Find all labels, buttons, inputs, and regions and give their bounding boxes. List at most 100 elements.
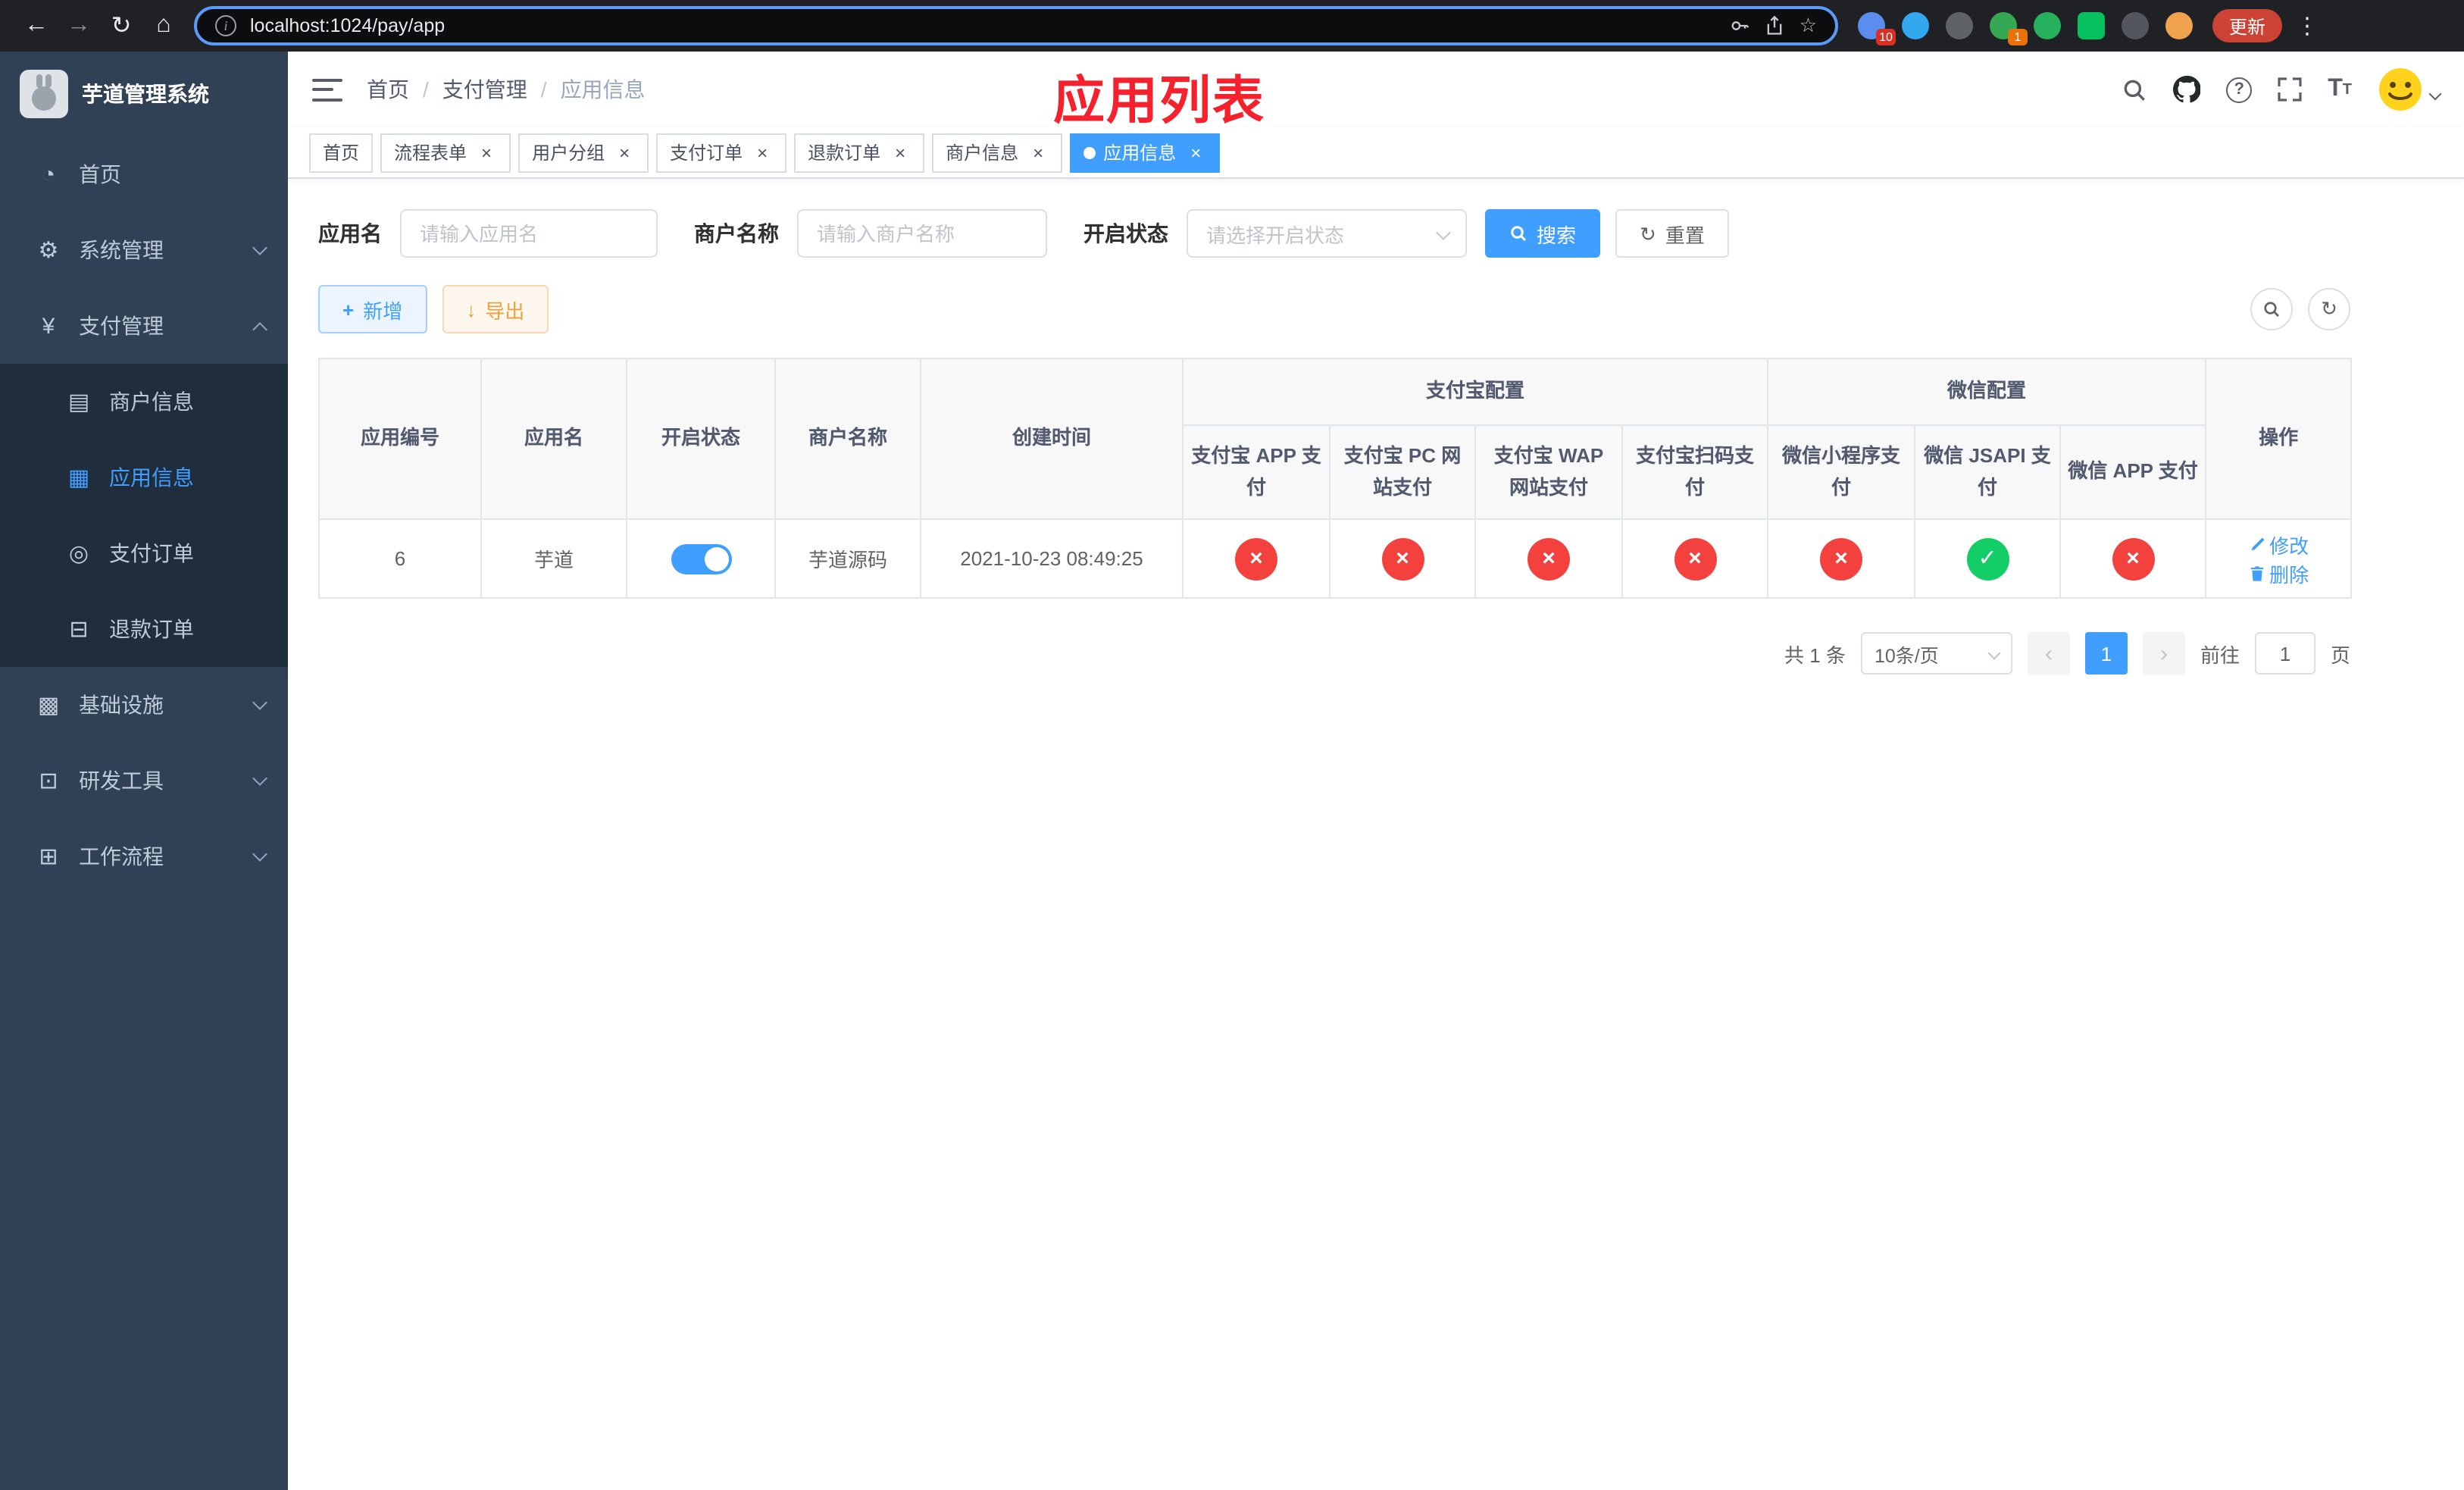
alipay-pc-status-icon: × (1381, 537, 1424, 580)
wechat-jsapi-status-icon: ✓ (1966, 537, 2009, 580)
page-title-annotation: 应用列表 (1053, 73, 1265, 130)
sidebar-item-app-info[interactable]: ▦ 应用信息 (0, 440, 288, 515)
user-avatar[interactable] (2378, 67, 2442, 112)
sidebar-item-payment[interactable]: ¥ 支付管理 (0, 288, 288, 364)
breadcrumb: 首页 支付管理 应用信息 (367, 74, 646, 105)
tag-process-form[interactable]: 流程表单 (380, 133, 511, 172)
url-text: localhost:1024/pay/app (250, 15, 446, 36)
sidebar-item-refund-order[interactable]: ⊟ 退款订单 (0, 591, 288, 667)
enabled-switch[interactable] (671, 543, 731, 574)
back-icon[interactable] (15, 5, 58, 47)
table-toolbar: 新增 导出 (318, 285, 2350, 333)
tag-home[interactable]: 首页 (309, 133, 374, 172)
tag-merchant-info[interactable]: 商户信息 (932, 133, 1063, 172)
reset-button[interactable]: 重置 (1615, 209, 1729, 258)
delete-link[interactable]: 删除 (2248, 559, 2309, 587)
page-number-1[interactable]: 1 (2084, 632, 2128, 675)
close-icon[interactable] (476, 142, 497, 163)
close-icon[interactable] (1185, 142, 1206, 163)
extension-green-icon[interactable]: 1 (1990, 12, 2028, 45)
chevron-down-icon (1987, 646, 2001, 660)
edit-link[interactable]: 修改 (2248, 530, 2309, 559)
chevron-down-icon (252, 771, 267, 786)
chevron-down-icon (252, 240, 267, 255)
col-header-wechat-lite: 微信小程序支付 (1767, 424, 1916, 520)
cell-merchant: 芋道源码 (774, 518, 921, 599)
sidebar-logo-row[interactable]: 芋道管理系统 (0, 52, 288, 136)
add-button[interactable]: 新增 (318, 285, 427, 333)
hamburger-icon[interactable] (312, 78, 342, 101)
browser-menu-icon[interactable] (2296, 12, 2319, 39)
prev-page-button[interactable] (2027, 632, 2070, 675)
breadcrumb-item-payment[interactable]: 支付管理 (442, 74, 527, 105)
cell-actions: 修改 删除 (2205, 518, 2353, 599)
extension-area: 10 1 (1858, 12, 2193, 45)
share-icon[interactable] (1765, 15, 1786, 36)
fullscreen-icon[interactable] (2278, 77, 2302, 102)
app-name-input[interactable] (400, 209, 658, 258)
toggle-search-button[interactable] (2250, 288, 2293, 330)
tag-user-group[interactable]: 用户分组 (518, 133, 649, 172)
sidebar-item-home[interactable]: ◔ 首页 (0, 136, 288, 212)
extension-dark-icon[interactable] (1946, 12, 1973, 39)
github-icon[interactable] (2173, 76, 2201, 103)
home-icon[interactable] (142, 5, 185, 47)
sidebar-item-workflow[interactable]: ⊞ 工作流程 (0, 819, 288, 894)
reload-icon[interactable] (100, 5, 142, 47)
chevron-down-icon (1436, 225, 1451, 240)
sidebar-item-merchant-info[interactable]: ▤ 商户信息 (0, 364, 288, 440)
refresh-icon (1640, 224, 1656, 243)
col-header-alipay-pc: 支付宝 PC 网站支付 (1329, 424, 1476, 520)
goto-label: 前往 (2200, 643, 2240, 666)
plus-icon (342, 299, 354, 319)
extension-drop-icon[interactable] (1902, 12, 1929, 39)
update-button[interactable]: 更新 (2212, 9, 2283, 42)
goto-suffix: 页 (2330, 643, 2350, 666)
col-header-alipay-app: 支付宝 APP 支付 (1182, 424, 1330, 520)
search-icon[interactable] (2122, 77, 2147, 102)
cell-created: 2021-10-23 08:49:25 (920, 518, 1184, 599)
tag-app-info[interactable]: 应用信息 (1070, 133, 1221, 172)
bookmark-star-icon[interactable] (1800, 14, 1817, 38)
chevron-up-icon (252, 321, 267, 337)
sidebar-item-payment-order[interactable]: ◎ 支付订单 (0, 515, 288, 591)
page-content: 应用名 商户名称 开启状态 请选择开启状态 搜索 (288, 179, 2464, 675)
sidebar-item-infrastructure[interactable]: ▩ 基础设施 (0, 667, 288, 743)
extension-pin-icon[interactable] (2122, 12, 2149, 39)
next-page-button[interactable] (2142, 632, 2185, 675)
cell-app-name: 芋道 (480, 518, 627, 599)
tag-refund-order[interactable]: 退款订单 (794, 133, 925, 172)
col-header-app-name: 应用名 (480, 358, 627, 520)
site-info-icon[interactable]: i (215, 15, 236, 36)
goto-page-input[interactable] (2254, 632, 2315, 675)
close-icon[interactable] (890, 142, 911, 163)
status-select[interactable]: 请选择开启状态 (1187, 209, 1467, 258)
grid-icon: ▦ (67, 465, 90, 491)
refresh-table-button[interactable] (2308, 288, 2350, 330)
extension-face-icon[interactable] (2165, 12, 2193, 39)
merchant-name-input[interactable] (797, 209, 1047, 258)
help-icon[interactable] (2226, 77, 2253, 102)
extension-check-icon[interactable] (2034, 12, 2061, 39)
tag-payment-order[interactable]: 支付订单 (656, 133, 787, 172)
sidebar-item-system[interactable]: ⚙ 系统管理 (0, 212, 288, 288)
close-icon[interactable] (1027, 142, 1049, 163)
font-size-icon[interactable] (2328, 76, 2352, 103)
sidebar-item-devtools[interactable]: ⊡ 研发工具 (0, 743, 288, 819)
breadcrumb-item-home[interactable]: 首页 (367, 74, 409, 105)
extension-wechat-icon[interactable] (2078, 12, 2105, 39)
password-key-icon[interactable] (1730, 15, 1751, 36)
forward-icon[interactable] (58, 5, 100, 47)
yen-icon: ¥ (42, 313, 55, 339)
export-button[interactable]: 导出 (442, 285, 549, 333)
extension-puzzle-icon[interactable]: 10 (1858, 12, 1896, 45)
search-button[interactable]: 搜索 (1485, 209, 1601, 258)
trash-icon (2250, 565, 2263, 581)
close-icon[interactable] (752, 142, 773, 163)
page-size-select[interactable]: 10条/页 (1860, 632, 2012, 675)
tags-view: 首页 流程表单 用户分组 支付订单 退款订单 商户信息 应用信息 (288, 127, 2464, 179)
close-icon[interactable] (614, 142, 635, 163)
col-header-app-id: 应用编号 (318, 358, 482, 520)
url-bar[interactable]: i localhost:1024/pay/app (194, 6, 1838, 45)
wechat-lite-status-icon: × (1820, 537, 1863, 580)
